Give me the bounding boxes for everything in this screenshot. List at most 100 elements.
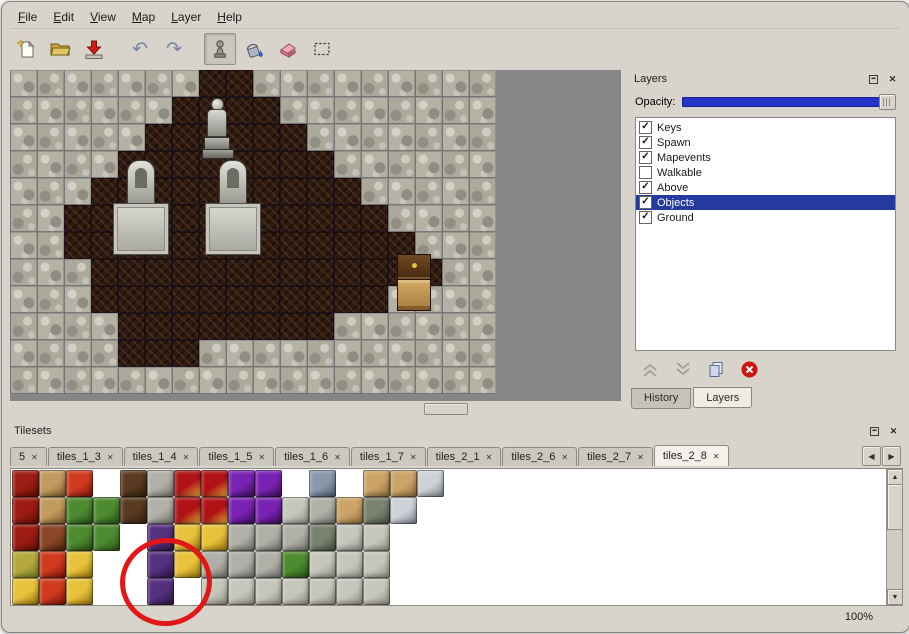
floor-tile[interactable] <box>145 124 172 151</box>
layer-row-mapevents[interactable]: ✓Mapevents <box>636 150 895 165</box>
tileset-tile[interactable] <box>228 551 255 578</box>
floor-tile[interactable] <box>64 205 91 232</box>
layer-row-objects[interactable]: ✓Objects <box>636 195 895 210</box>
tileset-tile[interactable] <box>471 524 498 551</box>
stone-tile[interactable] <box>64 313 91 340</box>
close-tab-icon[interactable]: ✕ <box>486 453 493 462</box>
stone-tile[interactable] <box>172 70 199 97</box>
map-canvas[interactable] <box>10 70 621 401</box>
floor-tile[interactable] <box>172 313 199 340</box>
floor-tile[interactable] <box>118 259 145 286</box>
scroll-tabs-right-button[interactable]: ▶ <box>882 446 901 466</box>
layer-visibility-checkbox[interactable]: ✓ <box>639 121 652 134</box>
stone-tile[interactable] <box>64 340 91 367</box>
new-tool-button[interactable] <box>10 33 42 65</box>
close-tab-icon[interactable]: ✕ <box>258 453 265 462</box>
stone-tile[interactable] <box>469 367 496 394</box>
tileset-tile[interactable] <box>93 551 120 578</box>
tileset-tile[interactable] <box>471 470 498 497</box>
stone-tile[interactable] <box>118 367 145 394</box>
stone-tile[interactable] <box>442 151 469 178</box>
floor-tile[interactable] <box>280 205 307 232</box>
stone-tile[interactable] <box>442 340 469 367</box>
stone-tile[interactable] <box>253 340 280 367</box>
stone-tile[interactable] <box>442 232 469 259</box>
stone-tile[interactable] <box>37 340 64 367</box>
tileset-tile[interactable] <box>120 524 147 551</box>
tab-layers[interactable]: Layers <box>693 387 752 408</box>
tileset-tile[interactable] <box>12 578 39 605</box>
tileset-tile[interactable] <box>201 578 228 605</box>
stone-tile[interactable] <box>469 70 496 97</box>
open-tool-button[interactable] <box>44 33 76 65</box>
floor-tile[interactable] <box>361 232 388 259</box>
floor-tile[interactable] <box>145 286 172 313</box>
stone-tile[interactable] <box>334 367 361 394</box>
stone-tile[interactable] <box>307 70 334 97</box>
tileset-tile[interactable] <box>228 470 255 497</box>
stone-tile[interactable] <box>118 124 145 151</box>
fill-tool-button[interactable] <box>238 33 270 65</box>
stone-tile[interactable] <box>469 151 496 178</box>
floor-tile[interactable] <box>307 313 334 340</box>
stone-tile[interactable] <box>334 124 361 151</box>
layer-row-walkable[interactable]: Walkable <box>636 165 895 180</box>
floor-tile[interactable] <box>172 151 199 178</box>
tileset-tab-tiles_2_1[interactable]: tiles_2_1✕ <box>427 447 502 466</box>
tileset-tile[interactable] <box>201 524 228 551</box>
save-tool-button[interactable] <box>78 33 110 65</box>
stone-tile[interactable] <box>10 178 37 205</box>
select-tool-button[interactable] <box>306 33 338 65</box>
stone-tile[interactable] <box>253 70 280 97</box>
stone-tile[interactable] <box>226 340 253 367</box>
stone-tile[interactable] <box>280 340 307 367</box>
stone-tile[interactable] <box>415 340 442 367</box>
floor-tile[interactable] <box>91 259 118 286</box>
close-tab-icon[interactable]: ✕ <box>334 453 341 462</box>
floor-tile[interactable] <box>253 124 280 151</box>
stone-tile[interactable] <box>361 313 388 340</box>
stone-tile[interactable] <box>10 286 37 313</box>
floor-tile[interactable] <box>172 124 199 151</box>
tileset-tile[interactable] <box>66 524 93 551</box>
stone-tile[interactable] <box>361 367 388 394</box>
tileset-tile[interactable] <box>498 551 525 578</box>
stone-tile[interactable] <box>37 178 64 205</box>
floor-tile[interactable] <box>253 259 280 286</box>
layer-row-above[interactable]: ✓Above <box>636 180 895 195</box>
stone-tile[interactable] <box>334 340 361 367</box>
stone-tile[interactable] <box>361 97 388 124</box>
stone-tile[interactable] <box>37 205 64 232</box>
tileset-grid[interactable] <box>12 470 525 605</box>
tileset-tile[interactable] <box>498 524 525 551</box>
tileset-tile[interactable] <box>444 524 471 551</box>
stone-tile[interactable] <box>388 178 415 205</box>
tileset-tile[interactable] <box>12 551 39 578</box>
tileset-tile[interactable] <box>228 578 255 605</box>
floor-tile[interactable] <box>172 205 199 232</box>
floor-tile[interactable] <box>64 232 91 259</box>
stone-tile[interactable] <box>91 70 118 97</box>
tileset-tile[interactable] <box>147 470 174 497</box>
floor-tile[interactable] <box>226 70 253 97</box>
tileset-tile[interactable] <box>147 497 174 524</box>
menu-item-layer[interactable]: Layer <box>163 8 209 26</box>
tileset-tile[interactable] <box>336 470 363 497</box>
close-tab-icon[interactable]: ✕ <box>183 453 190 462</box>
scroll-tabs-left-button[interactable]: ◀ <box>862 446 881 466</box>
delete-layer-button[interactable] <box>737 357 761 381</box>
tileset-tile[interactable] <box>309 497 336 524</box>
floor-tile[interactable] <box>280 286 307 313</box>
tileset-tile[interactable] <box>174 524 201 551</box>
map-horizontal-scrollbar[interactable] <box>10 403 621 414</box>
tileset-tile[interactable] <box>93 470 120 497</box>
floor-tile[interactable] <box>361 259 388 286</box>
layer-visibility-checkbox[interactable]: ✓ <box>639 151 652 164</box>
stone-tile[interactable] <box>37 313 64 340</box>
tileset-tile[interactable] <box>498 470 525 497</box>
tileset-tile[interactable] <box>363 524 390 551</box>
layer-visibility-checkbox[interactable]: ✓ <box>639 136 652 149</box>
floor-tile[interactable] <box>307 286 334 313</box>
stone-tile[interactable] <box>415 313 442 340</box>
stone-tile[interactable] <box>10 205 37 232</box>
